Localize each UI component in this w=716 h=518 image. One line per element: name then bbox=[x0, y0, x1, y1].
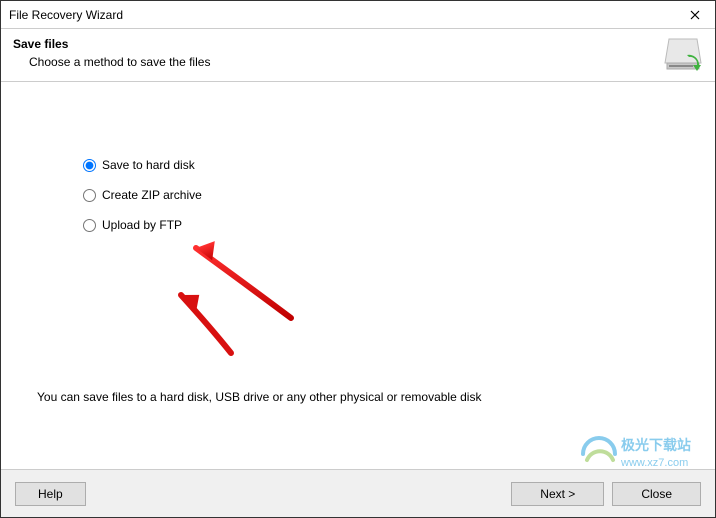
header-divider bbox=[1, 81, 715, 82]
radio-save-hard-disk[interactable]: Save to hard disk bbox=[83, 158, 679, 172]
close-icon bbox=[690, 10, 700, 20]
page-subtitle: Choose a method to save the files bbox=[13, 55, 703, 69]
window-title: File Recovery Wizard bbox=[9, 8, 123, 22]
wizard-header: Save files Choose a method to save the f… bbox=[1, 29, 715, 81]
close-button[interactable]: Close bbox=[612, 482, 701, 506]
wizard-body: Save to hard disk Create ZIP archive Upl… bbox=[1, 158, 715, 518]
description-text: You can save files to a hard disk, USB d… bbox=[37, 390, 481, 404]
save-method-radio-group: Save to hard disk Create ZIP archive Upl… bbox=[37, 158, 679, 232]
radio-create-zip[interactable]: Create ZIP archive bbox=[83, 188, 679, 202]
page-title: Save files bbox=[13, 37, 703, 51]
button-bar: Help Next > Close bbox=[1, 469, 715, 517]
next-button[interactable]: Next > bbox=[511, 482, 604, 506]
radio-input-hard-disk[interactable] bbox=[83, 159, 96, 172]
radio-label-zip[interactable]: Create ZIP archive bbox=[102, 188, 202, 202]
radio-label-ftp[interactable]: Upload by FTP bbox=[102, 218, 182, 232]
help-button[interactable]: Help bbox=[15, 482, 86, 506]
radio-input-ftp[interactable] bbox=[83, 219, 96, 232]
titlebar: File Recovery Wizard bbox=[1, 1, 715, 29]
radio-upload-ftp[interactable]: Upload by FTP bbox=[83, 218, 679, 232]
radio-label-hard-disk[interactable]: Save to hard disk bbox=[102, 158, 195, 172]
disk-save-icon bbox=[663, 35, 703, 78]
radio-input-zip[interactable] bbox=[83, 189, 96, 202]
wizard-window: File Recovery Wizard Save files Choose a… bbox=[0, 0, 716, 518]
window-close-button[interactable] bbox=[675, 1, 715, 29]
